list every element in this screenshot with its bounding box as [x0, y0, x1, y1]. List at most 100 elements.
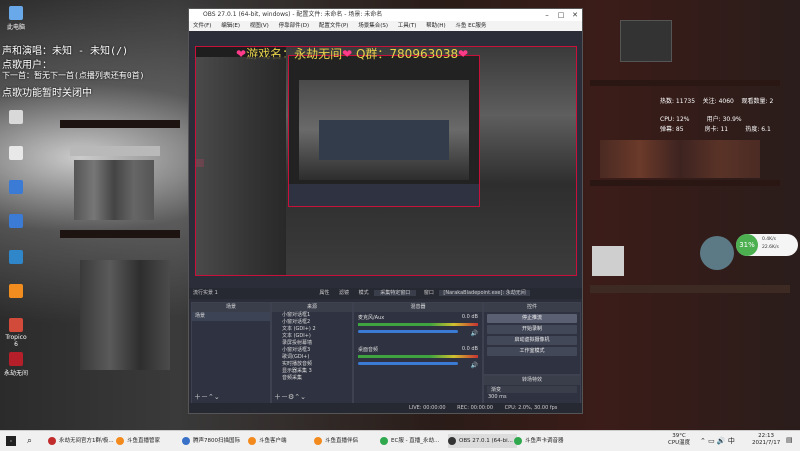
source-item[interactable]: 文本 (GDI+) 2 — [272, 326, 352, 333]
tropico-icon[interactable]: Tropico 6 — [4, 318, 28, 348]
naraka-icon[interactable]: 永劫无间 — [4, 352, 28, 377]
app-icon[interactable] — [4, 180, 28, 196]
heart-icon: ❤ — [458, 47, 469, 61]
app-icon[interactable] — [4, 146, 28, 162]
source-item[interactable]: 小窗对话框3 — [272, 347, 352, 354]
recycle-bin-icon[interactable] — [4, 110, 28, 126]
this-pc-icon[interactable]: 此电脑 — [4, 6, 28, 31]
book-row — [600, 140, 760, 178]
window-select[interactable]: [NarakaBladepoint.exe]: 永劫无间 — [439, 290, 530, 296]
notification-icon[interactable]: ▤ — [786, 436, 793, 444]
source-item[interactable]: 小窗对话框1 — [272, 312, 352, 319]
chevron-down-icon[interactable]: ⌄ — [300, 393, 306, 401]
remove-icon[interactable]: － — [281, 393, 288, 401]
bookshelf-right — [590, 80, 780, 86]
source-item[interactable]: 实时播放音频 — [272, 361, 352, 368]
speaker-icon[interactable]: 🔊 — [471, 362, 478, 369]
menu-douyu[interactable]: 斗鱼 EC服务 — [455, 23, 486, 29]
live-timer: LIVE: 00:00:00 — [409, 405, 446, 411]
taskbar-item[interactable]: 腾声7800扫描国际 — [182, 434, 240, 448]
virtual-camera-button[interactable]: 启动虚拟摄像机 — [487, 336, 577, 345]
source-toolbar: 流行实景 1 属性 滤镜 模式 采集特定窗口 窗口 [NarakaBladepo… — [189, 288, 582, 299]
scenes-panel: 场景 场景 ＋－⌃⌄ — [191, 302, 271, 404]
mixer-panel: 混音器 麦克风/Aux 0.0 dB 🔊 桌面音频 0.0 dB 🔊 — [353, 302, 483, 404]
menu-edit[interactable]: 编辑(E) — [221, 23, 240, 29]
stop-streaming-button[interactable]: 停止推流 — [487, 314, 577, 323]
taskbar-item[interactable]: EC服 - 直播_永劫... — [380, 434, 439, 448]
cpu-fps: CPU: 2.0%, 30.00 fps — [504, 405, 558, 411]
taskbar-item[interactable]: OBS 27.0.1 (64-bi... — [448, 434, 517, 448]
menu-scene-collection[interactable]: 场景集合(S) — [358, 23, 388, 29]
mixer-channel: 桌面音频 0.0 dB 🔊 — [354, 344, 482, 376]
source-item[interactable]: 录屏投射幕墙 — [272, 340, 352, 347]
song-requester: 点歌用户： — [2, 60, 52, 71]
taskbar-item[interactable]: 斗鱼声卡调音器 — [514, 434, 564, 448]
sources-panel: 来源 小窗对话框1 小窗对话框2 文本 (GDI+) 2 文本 (GDI+) 录… — [271, 302, 353, 404]
desk-right — [590, 285, 790, 293]
mode-select[interactable]: 采集特定窗口 — [374, 290, 417, 296]
obs-titlebar: OBS 27.0.1 (64-bit, windows) - 配置文件: 未命名… — [189, 9, 582, 21]
volume-slider[interactable] — [358, 362, 458, 365]
app-icon[interactable] — [4, 284, 28, 300]
taskbar-item[interactable]: 斗鱼客户端 — [248, 434, 287, 448]
menu-view[interactable]: 视图(V) — [250, 23, 269, 29]
controls-header: 控件 — [484, 303, 580, 312]
menu-help[interactable]: 帮助(H) — [426, 23, 445, 29]
filters-button[interactable]: 滤镜 — [339, 290, 349, 296]
source-item[interactable]: 歌词(GDI+) — [272, 354, 352, 361]
transition-duration[interactable]: 300 ms — [484, 394, 580, 400]
scene-item[interactable]: 场景 — [192, 312, 270, 321]
start-icon[interactable] — [6, 436, 16, 446]
app-icon[interactable] — [4, 250, 28, 266]
source-item[interactable]: 文本 (GDI+) — [272, 333, 352, 340]
book-stack — [80, 260, 170, 370]
song-now-playing: 声和演唱：未知 - 未知(/) — [2, 46, 129, 57]
properties-button[interactable]: 属性 — [319, 290, 329, 296]
song-status: 点歌功能暂时关闭中 — [2, 88, 92, 99]
taskbar-item[interactable]: 斗鱼直播伴侣 — [314, 434, 358, 448]
network-widget[interactable]: 31% 0.4K/s 22.6K/s — [736, 234, 798, 256]
heart-icon: ❤ — [342, 47, 353, 61]
menu-tools[interactable]: 工具(T) — [398, 23, 417, 29]
source-item[interactable]: 音频采集 — [272, 375, 352, 382]
scenes-header: 场景 — [192, 303, 270, 312]
obs-menubar: 文件(F) 编辑(E) 视图(V) 停靠部件(D) 配置文件(P) 场景集合(S… — [189, 21, 582, 31]
obs-statusbar: LIVE: 00:00:00 REC: 00:00:00 CPU: 2.0%, … — [189, 403, 582, 413]
source-item[interactable]: 显示器采集 3 — [272, 368, 352, 375]
taskbar-item[interactable]: 永劫无间官方1群/极... — [48, 434, 114, 448]
taskbar-item[interactable]: 斗鱼直播管家 — [116, 434, 160, 448]
remove-icon[interactable]: － — [201, 393, 208, 401]
cpu-temp: 39°C CPU温度 — [668, 433, 691, 446]
controls-panel: 控件 停止推流 开始录制 启动虚拟摄像机 工作室模式 — [483, 302, 581, 375]
volume-slider[interactable] — [358, 330, 458, 333]
song-next: 下一首：暂无下一首(点播列表还有0首) — [2, 71, 145, 80]
speaker-icon[interactable]: 🔊 — [471, 330, 478, 337]
mixer-channel: 麦克风/Aux 0.0 dB 🔊 — [354, 312, 482, 344]
book-stack — [70, 146, 160, 156]
close-icon[interactable]: ✕ — [568, 9, 582, 21]
source-item[interactable]: 小窗对话框2 — [272, 319, 352, 326]
monitor-right — [620, 20, 672, 62]
studio-mode-button[interactable]: 工作室模式 — [487, 347, 577, 356]
level-meter — [358, 355, 478, 358]
add-icon[interactable]: ＋ — [274, 393, 281, 401]
chevron-down-icon[interactable]: ⌄ — [214, 393, 220, 401]
obs-title: OBS 27.0.1 (64-bit, windows) - 配置文件: 未命名… — [203, 11, 383, 18]
add-icon[interactable]: ＋ — [194, 393, 201, 401]
maximize-icon[interactable]: □ — [554, 9, 568, 21]
preview-canvas[interactable]: ❤游戏名：永劫无间❤ Q群：780963038❤ — [195, 46, 577, 276]
transition-type[interactable]: 渐变 — [487, 386, 577, 393]
menu-docks[interactable]: 停靠部件(D) — [279, 23, 310, 29]
download-speed: 22.6K/s — [762, 245, 779, 250]
start-recording-button[interactable]: 开始录制 — [487, 325, 577, 334]
menu-file[interactable]: 文件(F) — [193, 23, 211, 29]
minimize-icon[interactable]: – — [540, 9, 554, 21]
tray-icons[interactable]: ⌃ ▭ 🔊 中 — [700, 436, 735, 446]
window-label: 窗口 — [423, 290, 434, 296]
mode-label: 模式 — [358, 290, 369, 296]
stream-stats: 热数: 11735 关注: 4060 观看数量: 2 — [660, 98, 774, 105]
search-icon[interactable]: ⌕ — [27, 436, 32, 446]
menu-profile[interactable]: 配置文件(P) — [319, 23, 349, 29]
clock[interactable]: 22:13 2021/7/17 — [752, 433, 780, 447]
app-icon[interactable] — [4, 214, 28, 230]
